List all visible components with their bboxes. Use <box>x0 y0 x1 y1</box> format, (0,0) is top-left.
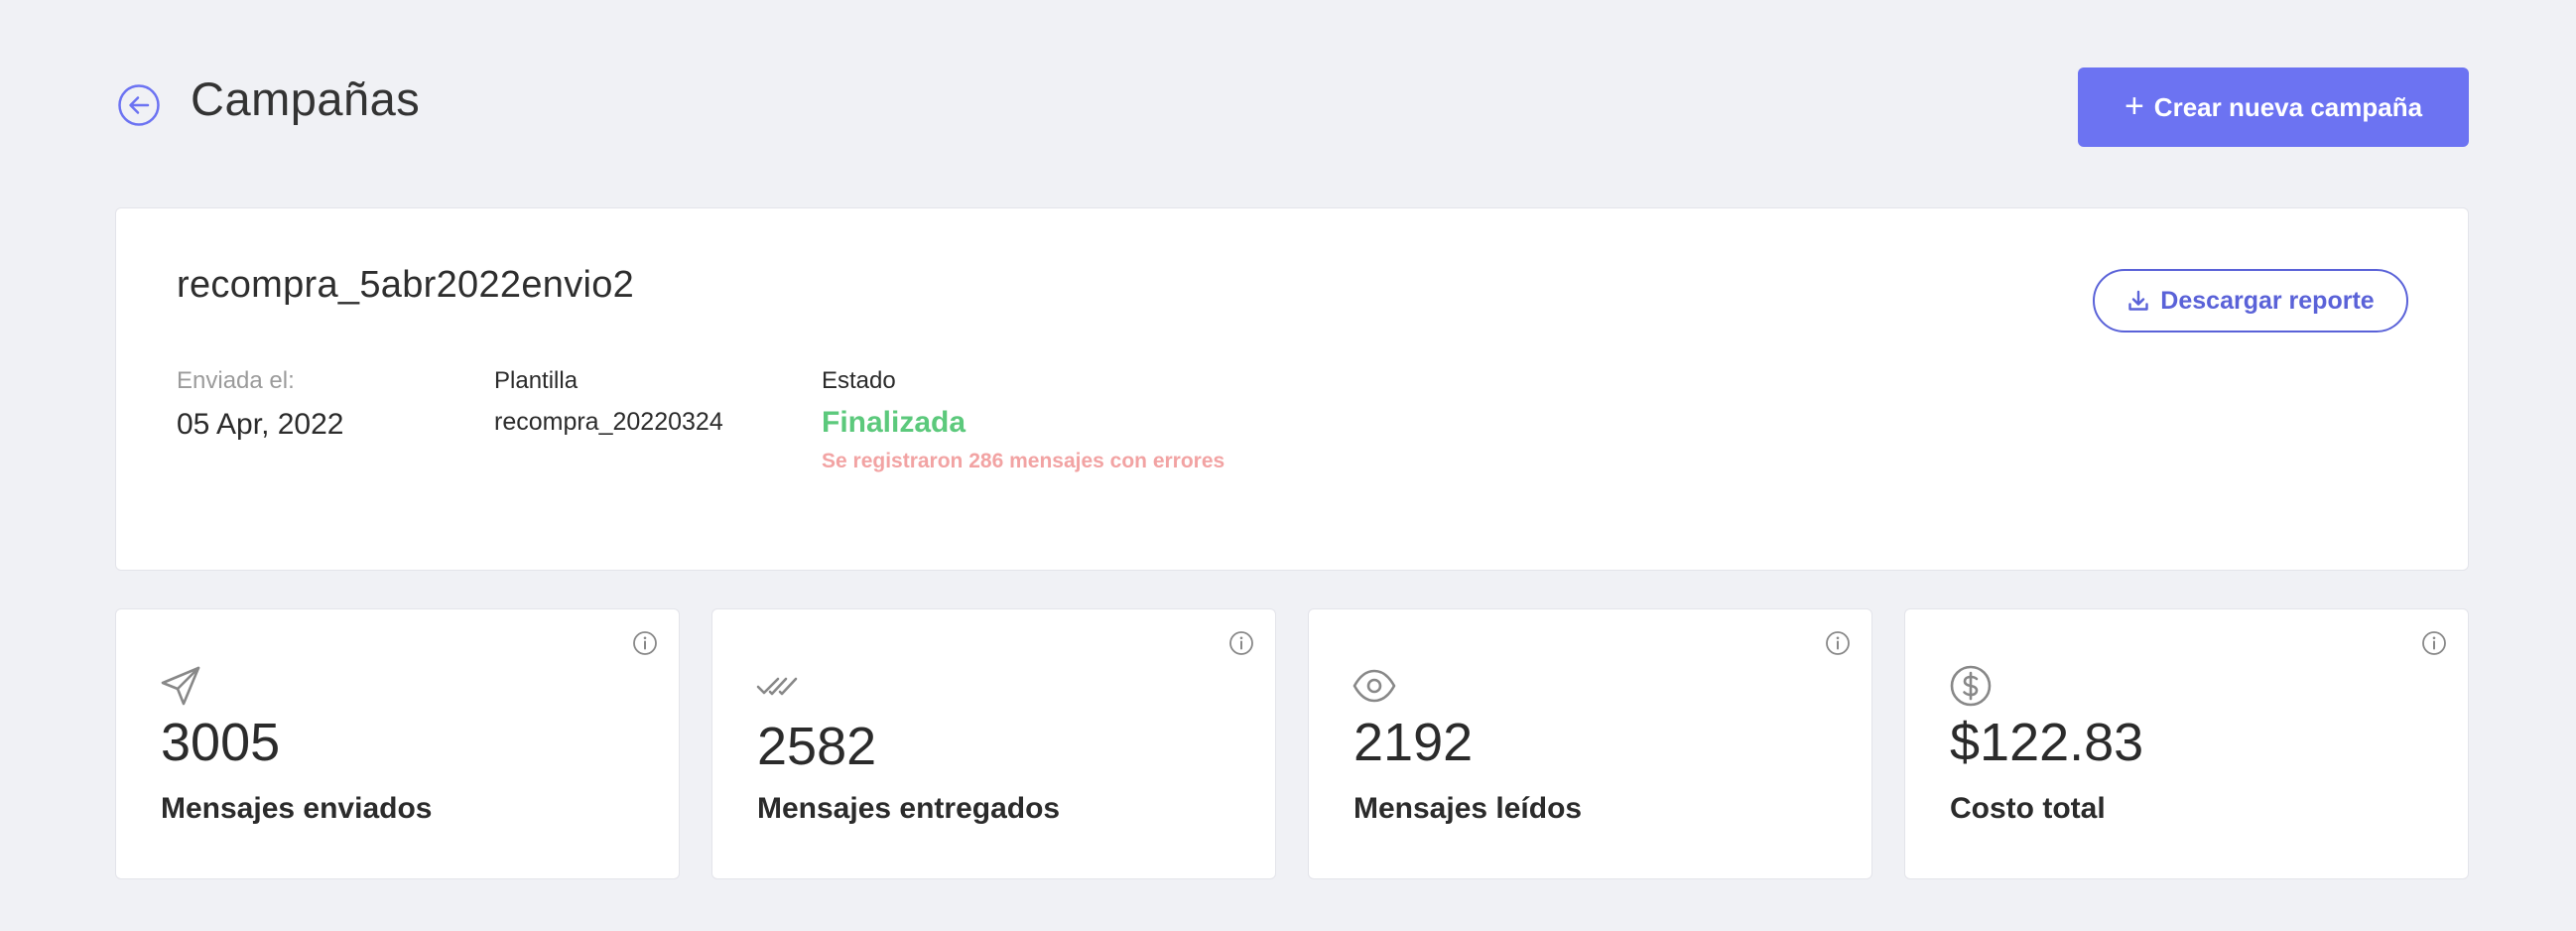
stat-card-sent: 3005 Mensajes enviados <box>115 608 680 879</box>
page-title: Campañas <box>191 72 421 125</box>
stat-label: Mensajes entregados <box>757 792 1061 825</box>
status-label: Estado <box>822 367 896 394</box>
stat-label: Costo total <box>1950 792 2106 825</box>
template-group: Plantilla recompra_20220324 <box>494 367 723 437</box>
campaign-detail-card: recompra_5abr2022envio2 Descargar report… <box>115 207 2469 571</box>
send-icon <box>161 666 200 706</box>
double-check-icon <box>756 677 798 696</box>
stat-value: 3005 <box>161 713 281 772</box>
back-button[interactable] <box>117 83 161 127</box>
status-value: Finalizada <box>822 405 966 439</box>
stat-card-cost: $122.83 Costo total <box>1904 608 2469 879</box>
stat-card-read: 2192 Mensajes leídos <box>1308 608 1872 879</box>
status-group: Estado Finalizada Se registraron 286 men… <box>822 367 1224 473</box>
sent-date-label: Enviada el: <box>177 367 295 394</box>
info-icon[interactable] <box>1228 630 1254 656</box>
stat-value: $122.83 <box>1950 713 2144 772</box>
info-icon[interactable] <box>632 630 658 656</box>
dollar-icon <box>1950 665 1992 707</box>
stat-card-delivered: 2582 Mensajes entregados <box>711 608 1276 879</box>
template-label: Plantilla <box>494 367 579 394</box>
template-value: recompra_20220324 <box>494 407 723 436</box>
stat-value: 2192 <box>1353 713 1474 772</box>
download-report-button[interactable]: Descargar reporte <box>2093 269 2408 332</box>
sent-date-group: Enviada el: 05 Apr, 2022 <box>177 367 344 442</box>
stat-label: Mensajes enviados <box>161 792 433 825</box>
download-icon <box>2128 290 2148 311</box>
campaign-name: recompra_5abr2022envio2 <box>177 264 635 306</box>
stat-label: Mensajes leídos <box>1353 792 1583 825</box>
arrow-left-circle-icon <box>118 84 160 126</box>
page-header: Campañas + Crear nueva campaña <box>115 66 2469 147</box>
info-icon[interactable] <box>1825 630 1851 656</box>
plus-icon: + <box>2124 86 2144 125</box>
create-campaign-button[interactable]: + Crear nueva campaña <box>2078 67 2469 147</box>
eye-icon <box>1352 669 1396 703</box>
stat-value: 2582 <box>757 717 877 776</box>
sent-date-value: 05 Apr, 2022 <box>177 407 344 441</box>
create-campaign-label: Crear nueva campaña <box>2153 91 2423 122</box>
status-error-message: Se registraron 286 mensajes con errores <box>822 449 1225 472</box>
download-report-label: Descargar reporte <box>2160 286 2375 315</box>
info-icon[interactable] <box>2421 630 2447 656</box>
